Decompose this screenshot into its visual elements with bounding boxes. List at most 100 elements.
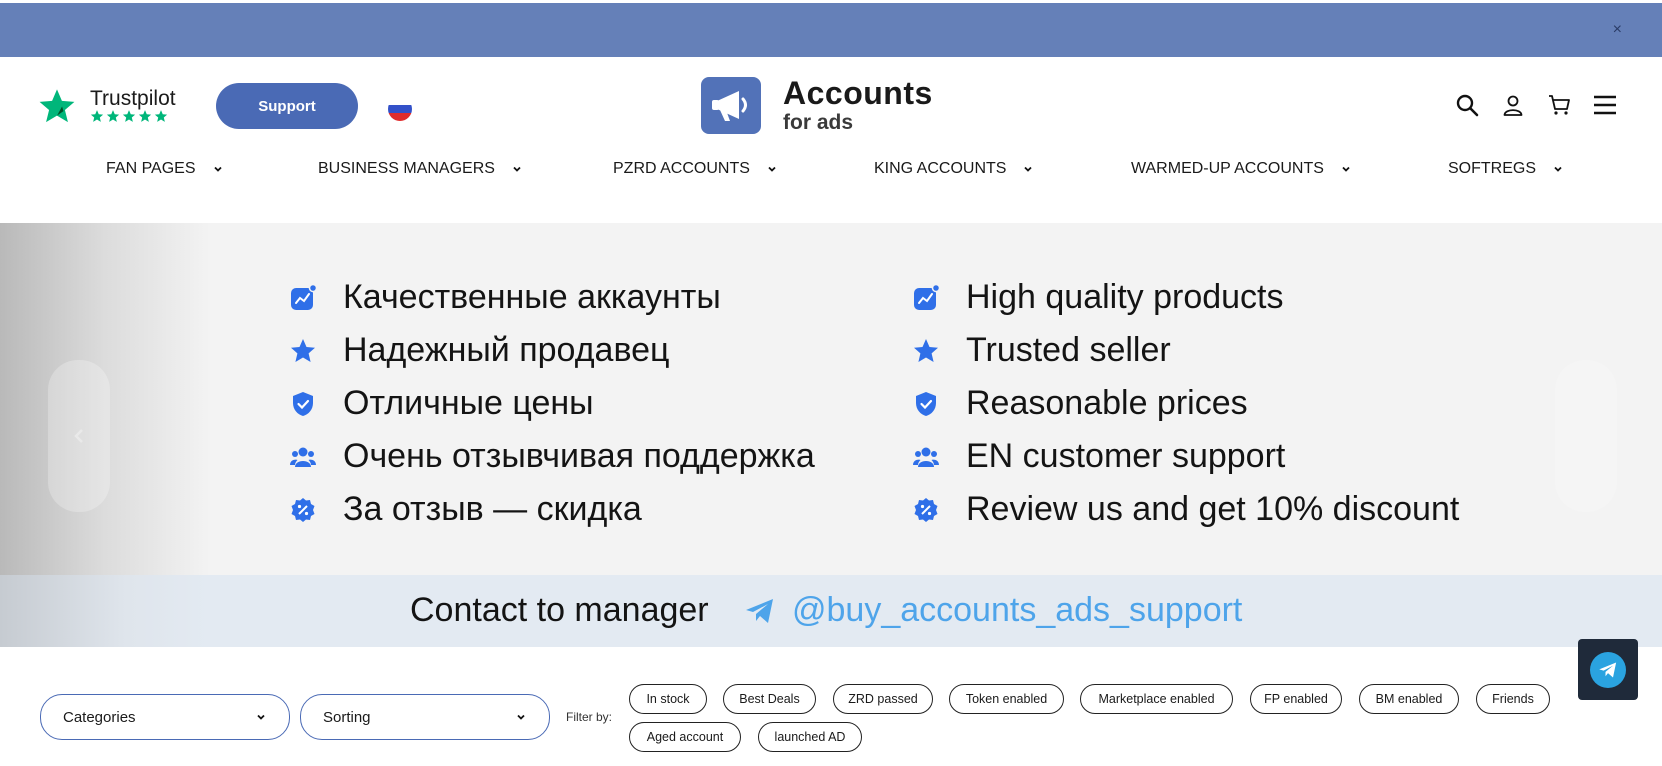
categories-select-label: Categories <box>63 708 136 726</box>
hero-banner: Качественные аккаунты Надежный продавец … <box>0 223 1662 575</box>
filter-chip-in-stock[interactable]: In stock <box>629 684 707 714</box>
feature-text: EN customer support <box>966 437 1286 475</box>
users-icon <box>290 447 316 467</box>
rating-star-icon <box>138 110 152 122</box>
chevron-left-icon <box>74 429 83 443</box>
feature-item: За отзыв — скидка <box>289 483 815 536</box>
telegram-plane-icon <box>746 599 773 623</box>
user-icon[interactable] <box>1501 93 1525 117</box>
nav-item-business-managers[interactable]: BUSINESS MANAGERS <box>318 160 523 178</box>
chart-badge-icon <box>914 283 940 310</box>
nav-item-king-accounts[interactable]: KING ACCOUNTS <box>874 160 1034 178</box>
filter-chip-zrd-passed[interactable]: ZRD passed <box>833 684 933 714</box>
feature-item: Trusted seller <box>912 324 1459 377</box>
nav-item-label: SOFTREGS <box>1448 160 1537 177</box>
feature-text: Reasonable prices <box>966 384 1248 422</box>
users-icon <box>913 447 939 467</box>
feature-text: Review us and get 10% discount <box>966 490 1460 528</box>
rating-star-icon <box>106 110 120 122</box>
telegram-floating-button[interactable] <box>1578 639 1638 700</box>
feature-text: Отличные цены <box>343 384 594 422</box>
search-icon[interactable] <box>1455 93 1479 117</box>
megaphone-logo-icon <box>701 77 761 134</box>
feature-text: За отзыв — скидка <box>343 490 642 528</box>
nav-item-label: BUSINESS MANAGERS <box>318 160 495 177</box>
feature-text: Надежный продавец <box>343 331 670 369</box>
carousel-prev-button[interactable] <box>48 360 110 512</box>
chevron-down-icon <box>257 714 265 720</box>
chevron-down-icon <box>1342 166 1350 172</box>
cart-icon[interactable] <box>1547 93 1571 117</box>
feature-item: Отличные цены <box>289 377 815 430</box>
telegram-circle <box>1590 651 1626 688</box>
site-logo[interactable]: Accounts for ads <box>701 75 971 137</box>
feature-item: EN customer support <box>912 430 1459 483</box>
nav-item-warmed-up-accounts[interactable]: WARMED-UP ACCOUNTS <box>1131 160 1352 178</box>
support-button[interactable]: Support <box>216 83 358 129</box>
chevron-down-icon <box>768 166 776 172</box>
discount-badge-icon <box>914 497 938 522</box>
filter-chip-token-enabled[interactable]: Token enabled <box>949 684 1064 714</box>
filter-chip-best-deals[interactable]: Best Deals <box>723 684 816 714</box>
nav-item-softregs[interactable]: SOFTREGS <box>1448 160 1564 178</box>
chevron-down-icon <box>1024 166 1033 172</box>
filter-chip-marketplace-enabled[interactable]: Marketplace enabled <box>1080 684 1233 714</box>
filter-chip-aged-account[interactable]: Aged account <box>629 722 741 752</box>
trustpilot-rating <box>90 109 168 123</box>
close-announcement-button[interactable]: × <box>1613 21 1622 39</box>
menu-icon[interactable] <box>1593 93 1617 117</box>
nav-item-fan-pages[interactable]: FAN PAGES <box>106 160 224 178</box>
filter-chip-fp-enabled[interactable]: FP enabled <box>1250 684 1342 714</box>
nav-item-pzrd-accounts[interactable]: PZRD ACCOUNTS <box>613 160 778 178</box>
feature-item: Reasonable prices <box>912 377 1459 430</box>
star-icon <box>291 338 315 362</box>
features-ru: Качественные аккаунты Надежный продавец … <box>289 271 815 536</box>
feature-text: Качественные аккаунты <box>343 278 721 316</box>
categories-select[interactable]: Categories <box>40 694 290 740</box>
feature-item: Очень отзывчивая поддержка <box>289 430 815 483</box>
rating-star-icon <box>90 110 104 122</box>
header-actions <box>1455 93 1617 117</box>
nav-item-label: FAN PAGES <box>106 160 196 177</box>
logo-subtitle: for ads <box>783 111 854 134</box>
main-nav: FAN PAGES BUSINESS MANAGERS PZRD ACCOUNT… <box>0 160 1662 190</box>
filter-chip-friends[interactable]: Friends <box>1476 684 1550 714</box>
feature-text: High quality products <box>966 278 1284 316</box>
filter-chip-launched-ad[interactable]: launched AD <box>758 722 862 752</box>
sorting-select-label: Sorting <box>323 708 371 726</box>
carousel-next-button[interactable] <box>1555 360 1617 512</box>
feature-item: High quality products <box>912 271 1459 324</box>
telegram-icon <box>1599 662 1617 677</box>
trustpilot-label: Trustpilot <box>90 87 176 110</box>
star-icon <box>914 338 938 362</box>
nav-item-label: KING ACCOUNTS <box>874 160 1007 177</box>
filter-by-label: Filter by: <box>566 710 613 724</box>
language-flag-ru-icon[interactable] <box>388 97 412 121</box>
discount-badge-icon <box>291 497 315 522</box>
trustpilot-star-icon <box>39 89 75 123</box>
nav-item-label: WARMED-UP ACCOUNTS <box>1131 160 1324 177</box>
rating-star-icon <box>122 110 136 122</box>
announcement-bar: × <box>0 3 1662 57</box>
feature-text: Очень отзывчивая поддержка <box>343 437 815 475</box>
trustpilot-badge[interactable]: Trustpilot <box>38 87 188 127</box>
chevron-down-icon <box>513 166 521 172</box>
chart-badge-icon <box>291 283 317 310</box>
rating-star-icon <box>154 110 168 122</box>
shield-check-icon <box>916 391 936 416</box>
filter-chip-bm-enabled[interactable]: BM enabled <box>1359 684 1459 714</box>
feature-item: Качественные аккаунты <box>289 271 815 324</box>
chevron-down-icon <box>517 714 525 720</box>
shield-check-icon <box>293 391 313 416</box>
telegram-handle-link[interactable]: @buy_accounts_ads_support <box>792 591 1242 630</box>
site-header: Trustpilot Support Accounts for ads <box>0 57 1662 147</box>
feature-text: Trusted seller <box>966 331 1171 369</box>
contact-title: Contact to manager <box>410 591 709 629</box>
product-filters: Categories Sorting Filter by: In stock B… <box>0 680 1662 766</box>
logo-title: Accounts <box>783 75 933 111</box>
nav-item-label: PZRD ACCOUNTS <box>613 160 750 177</box>
contact-fade <box>0 575 210 647</box>
chevron-down-icon <box>1554 166 1562 172</box>
features-en: High quality products Trusted seller Rea… <box>912 271 1459 536</box>
sorting-select[interactable]: Sorting <box>300 694 550 740</box>
